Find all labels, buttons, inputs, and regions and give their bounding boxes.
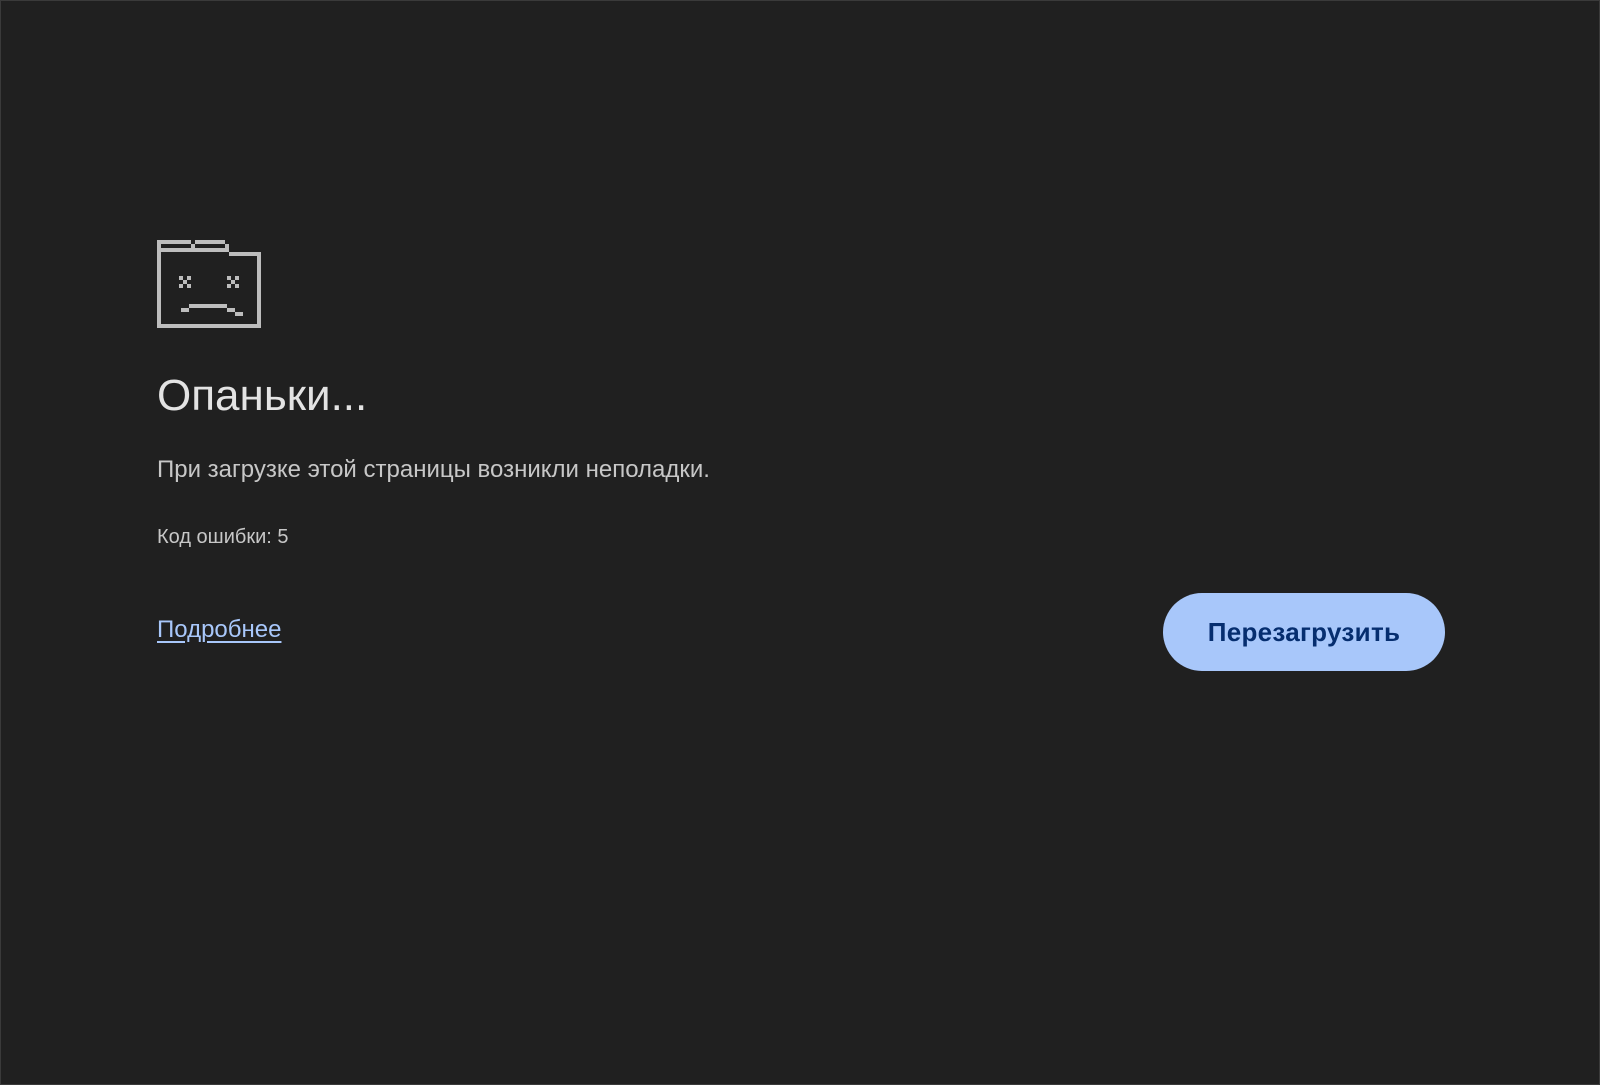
error-message: При загрузке этой страницы возникли непо… (157, 456, 710, 483)
error-heading: Опаньки... (157, 371, 368, 420)
reload-button[interactable]: Перезагрузить (1163, 593, 1445, 671)
learn-more-link[interactable]: Подробнее (157, 616, 281, 644)
error-code: Код ошибки: 5 (157, 526, 289, 548)
error-content: Опаньки... При загрузке этой страницы во… (157, 240, 1447, 680)
sad-tab-icon (157, 240, 261, 328)
